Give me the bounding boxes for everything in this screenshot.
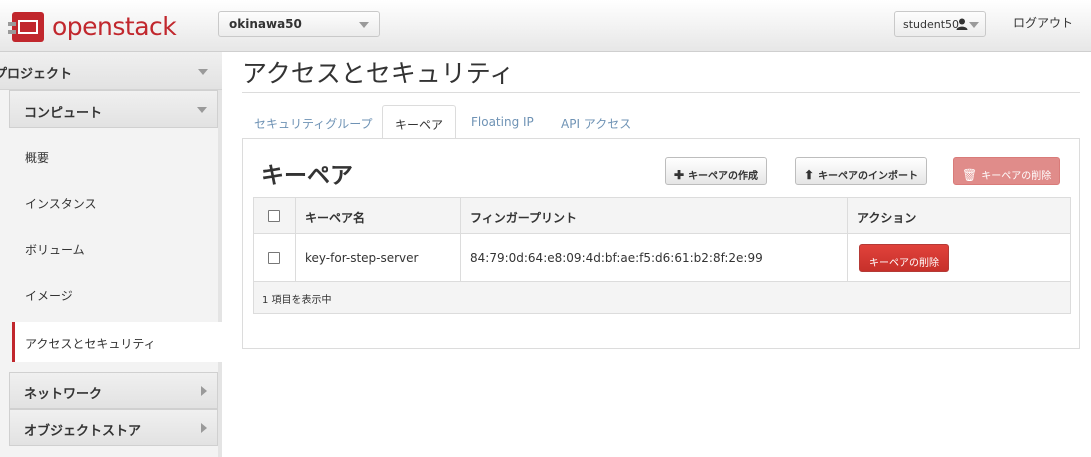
sidebar-item-label: アクセスとセキュリティ <box>25 337 156 351</box>
column-header-fingerprint[interactable]: フィンガープリント <box>461 198 848 233</box>
delete-keypair-button[interactable]: キーペアの削除 <box>859 244 949 272</box>
sidebar-gutter <box>218 90 222 457</box>
chevron-down-icon <box>969 22 979 28</box>
tab-floating-ip[interactable]: Floating IP <box>471 105 534 139</box>
plus-icon: ✚ <box>674 168 685 182</box>
sidebar-item-overview[interactable]: 概要 <box>12 134 218 180</box>
sidebar-item-volumes[interactable]: ボリューム <box>12 226 218 272</box>
column-header-label: アクション <box>857 211 917 225</box>
sidebar: プロジェクト コンピュート 概要 インスタンス ボリューム イメージ アクセスと… <box>0 52 222 457</box>
sidebar-section-object-store[interactable]: オブジェクトストア <box>9 409 218 446</box>
tab-security-groups[interactable]: セキュリティグループ <box>254 105 373 139</box>
tab-api-access[interactable]: API アクセス <box>561 105 631 139</box>
header-checkbox-cell <box>254 198 296 233</box>
table-header-row: キーペア名 フィンガープリント アクション <box>254 198 1070 234</box>
keypair-name-cell: key-for-step-server <box>296 234 461 281</box>
sidebar-section-label: オブジェクトストア <box>24 424 142 439</box>
trash-icon: 🗑 <box>962 168 978 182</box>
tab-keypairs[interactable]: キーペア <box>382 105 457 139</box>
sidebar-item-images[interactable]: イメージ <box>12 272 218 318</box>
sidebar-item-access-security[interactable]: アクセスとセキュリティ <box>12 322 222 362</box>
user-name: student50 <box>903 18 960 31</box>
sidebar-item-label: インスタンス <box>25 197 97 211</box>
sidebar-item-instances[interactable]: インスタンス <box>12 180 218 226</box>
panel-title: キーペア <box>261 163 353 189</box>
column-header-name[interactable]: キーペア名 <box>296 198 461 233</box>
logo-text: openstack <box>52 11 177 41</box>
row-checkbox[interactable] <box>268 252 280 264</box>
import-keypair-button[interactable]: ⬆ キーペアのインポート <box>795 157 928 185</box>
person-icon <box>956 18 968 33</box>
sidebar-section-project[interactable]: プロジェクト <box>0 52 222 90</box>
sidebar-compute-label: コンピュート <box>24 106 103 121</box>
chevron-down-icon <box>198 69 208 75</box>
select-all-checkbox[interactable] <box>268 210 280 222</box>
column-header-label: フィンガープリント <box>470 211 578 225</box>
keypair-name: key-for-step-server <box>305 251 419 265</box>
chevron-right-icon <box>201 423 207 433</box>
logout-link[interactable]: ログアウト <box>1013 14 1073 31</box>
keypair-fingerprint: 84:79:0d:64:e8:09:4d:bf:ae:f5:d6:61:b2:8… <box>470 251 763 265</box>
create-keypair-label: キーペアの作成 <box>688 171 759 182</box>
import-keypair-label: キーペアのインポート <box>818 171 919 182</box>
sidebar-section-network[interactable]: ネットワーク <box>9 372 218 409</box>
sidebar-section-compute[interactable]: コンピュート <box>9 90 218 128</box>
sidebar-project-label: プロジェクト <box>0 67 73 82</box>
top-navbar: openstack okinawa50 student50 ログアウト <box>0 0 1091 52</box>
tab-bar: セキュリティグループ キーペア Floating IP API アクセス <box>242 105 1080 139</box>
column-header-label: キーペア名 <box>305 211 366 225</box>
sidebar-section-label: ネットワーク <box>24 387 103 402</box>
table-footer: 1 項目を表示中 <box>254 282 1070 313</box>
keypairs-panel: キーペア ✚ キーペアの作成 ⬆ キーペアのインポート 🗑 キーペアの削除 キーペア名… <box>242 138 1080 349</box>
column-header-actions: アクション <box>848 198 1070 233</box>
sidebar-item-label: 概要 <box>25 151 50 165</box>
page-title: アクセスとセキュリティ <box>242 59 515 88</box>
openstack-logo-icon <box>6 10 46 44</box>
user-menu[interactable]: student50 <box>894 11 986 37</box>
openstack-logo[interactable]: openstack <box>6 10 177 44</box>
delete-keypairs-label: キーペアの削除 <box>981 171 1052 182</box>
chevron-down-icon <box>359 22 369 28</box>
arrow-up-icon: ⬆ <box>804 168 815 182</box>
project-name: okinawa50 <box>229 17 302 31</box>
fingerprint-cell: 84:79:0d:64:e8:09:4d:bf:ae:f5:d6:61:b2:8… <box>461 234 848 281</box>
delete-keypairs-button[interactable]: 🗑 キーペアの削除 <box>953 157 1061 185</box>
row-checkbox-cell <box>254 234 296 281</box>
keypairs-table: キーペア名 フィンガープリント アクション key-for-step-serve… <box>253 197 1071 314</box>
title-divider <box>242 92 1080 93</box>
create-keypair-button[interactable]: ✚ キーペアの作成 <box>665 157 768 185</box>
item-count: 1 項目を表示中 <box>262 295 332 306</box>
sidebar-item-label: ボリューム <box>25 243 85 257</box>
actions-cell: キーペアの削除 <box>848 234 1070 281</box>
chevron-down-icon <box>197 107 207 113</box>
sidebar-item-label: イメージ <box>25 289 73 303</box>
project-selector[interactable]: okinawa50 <box>218 11 380 37</box>
table-row: key-for-step-server 84:79:0d:64:e8:09:4d… <box>254 234 1070 282</box>
chevron-right-icon <box>201 386 207 396</box>
